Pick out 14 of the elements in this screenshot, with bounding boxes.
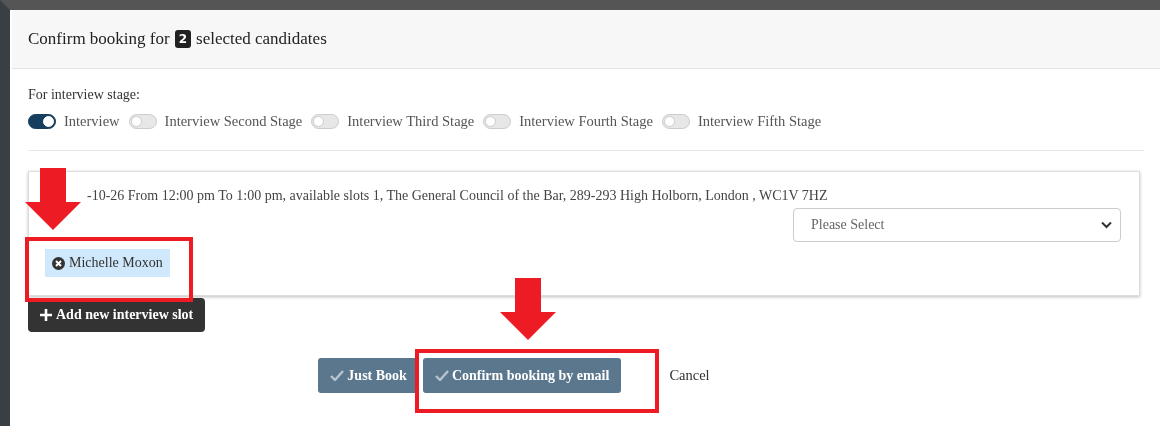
stage-label: For interview stage: <box>28 87 141 103</box>
toggle-label: Interview Third Stage <box>347 113 475 130</box>
count-badge: 2 <box>174 30 191 48</box>
action-button[interactable]: Confirm booking by email <box>422 358 622 393</box>
dialog-title-suffix: selected candidates <box>196 29 327 49</box>
slot-details: -10-26 From 12:00 pm To 1:00 pm, available slots 1, The General Council of the Bar, 289-293 High Holborn, London , WC1V 7HZ <box>87 188 829 204</box>
cancel-link[interactable]: Cancel <box>669 367 710 384</box>
toggle-label: Interview <box>64 113 120 130</box>
dialog-title: Confirm booking for <box>28 29 170 49</box>
candidate-chip[interactable]: Michelle Moxon <box>45 249 170 277</box>
toggle-label: Interview Fifth Stage <box>697 113 822 130</box>
toggle-label: Interview Second Stage <box>164 113 303 130</box>
toggle-label: Interview Fourth Stage <box>519 113 653 130</box>
candidate-select[interactable]: Please Select <box>793 208 1121 242</box>
